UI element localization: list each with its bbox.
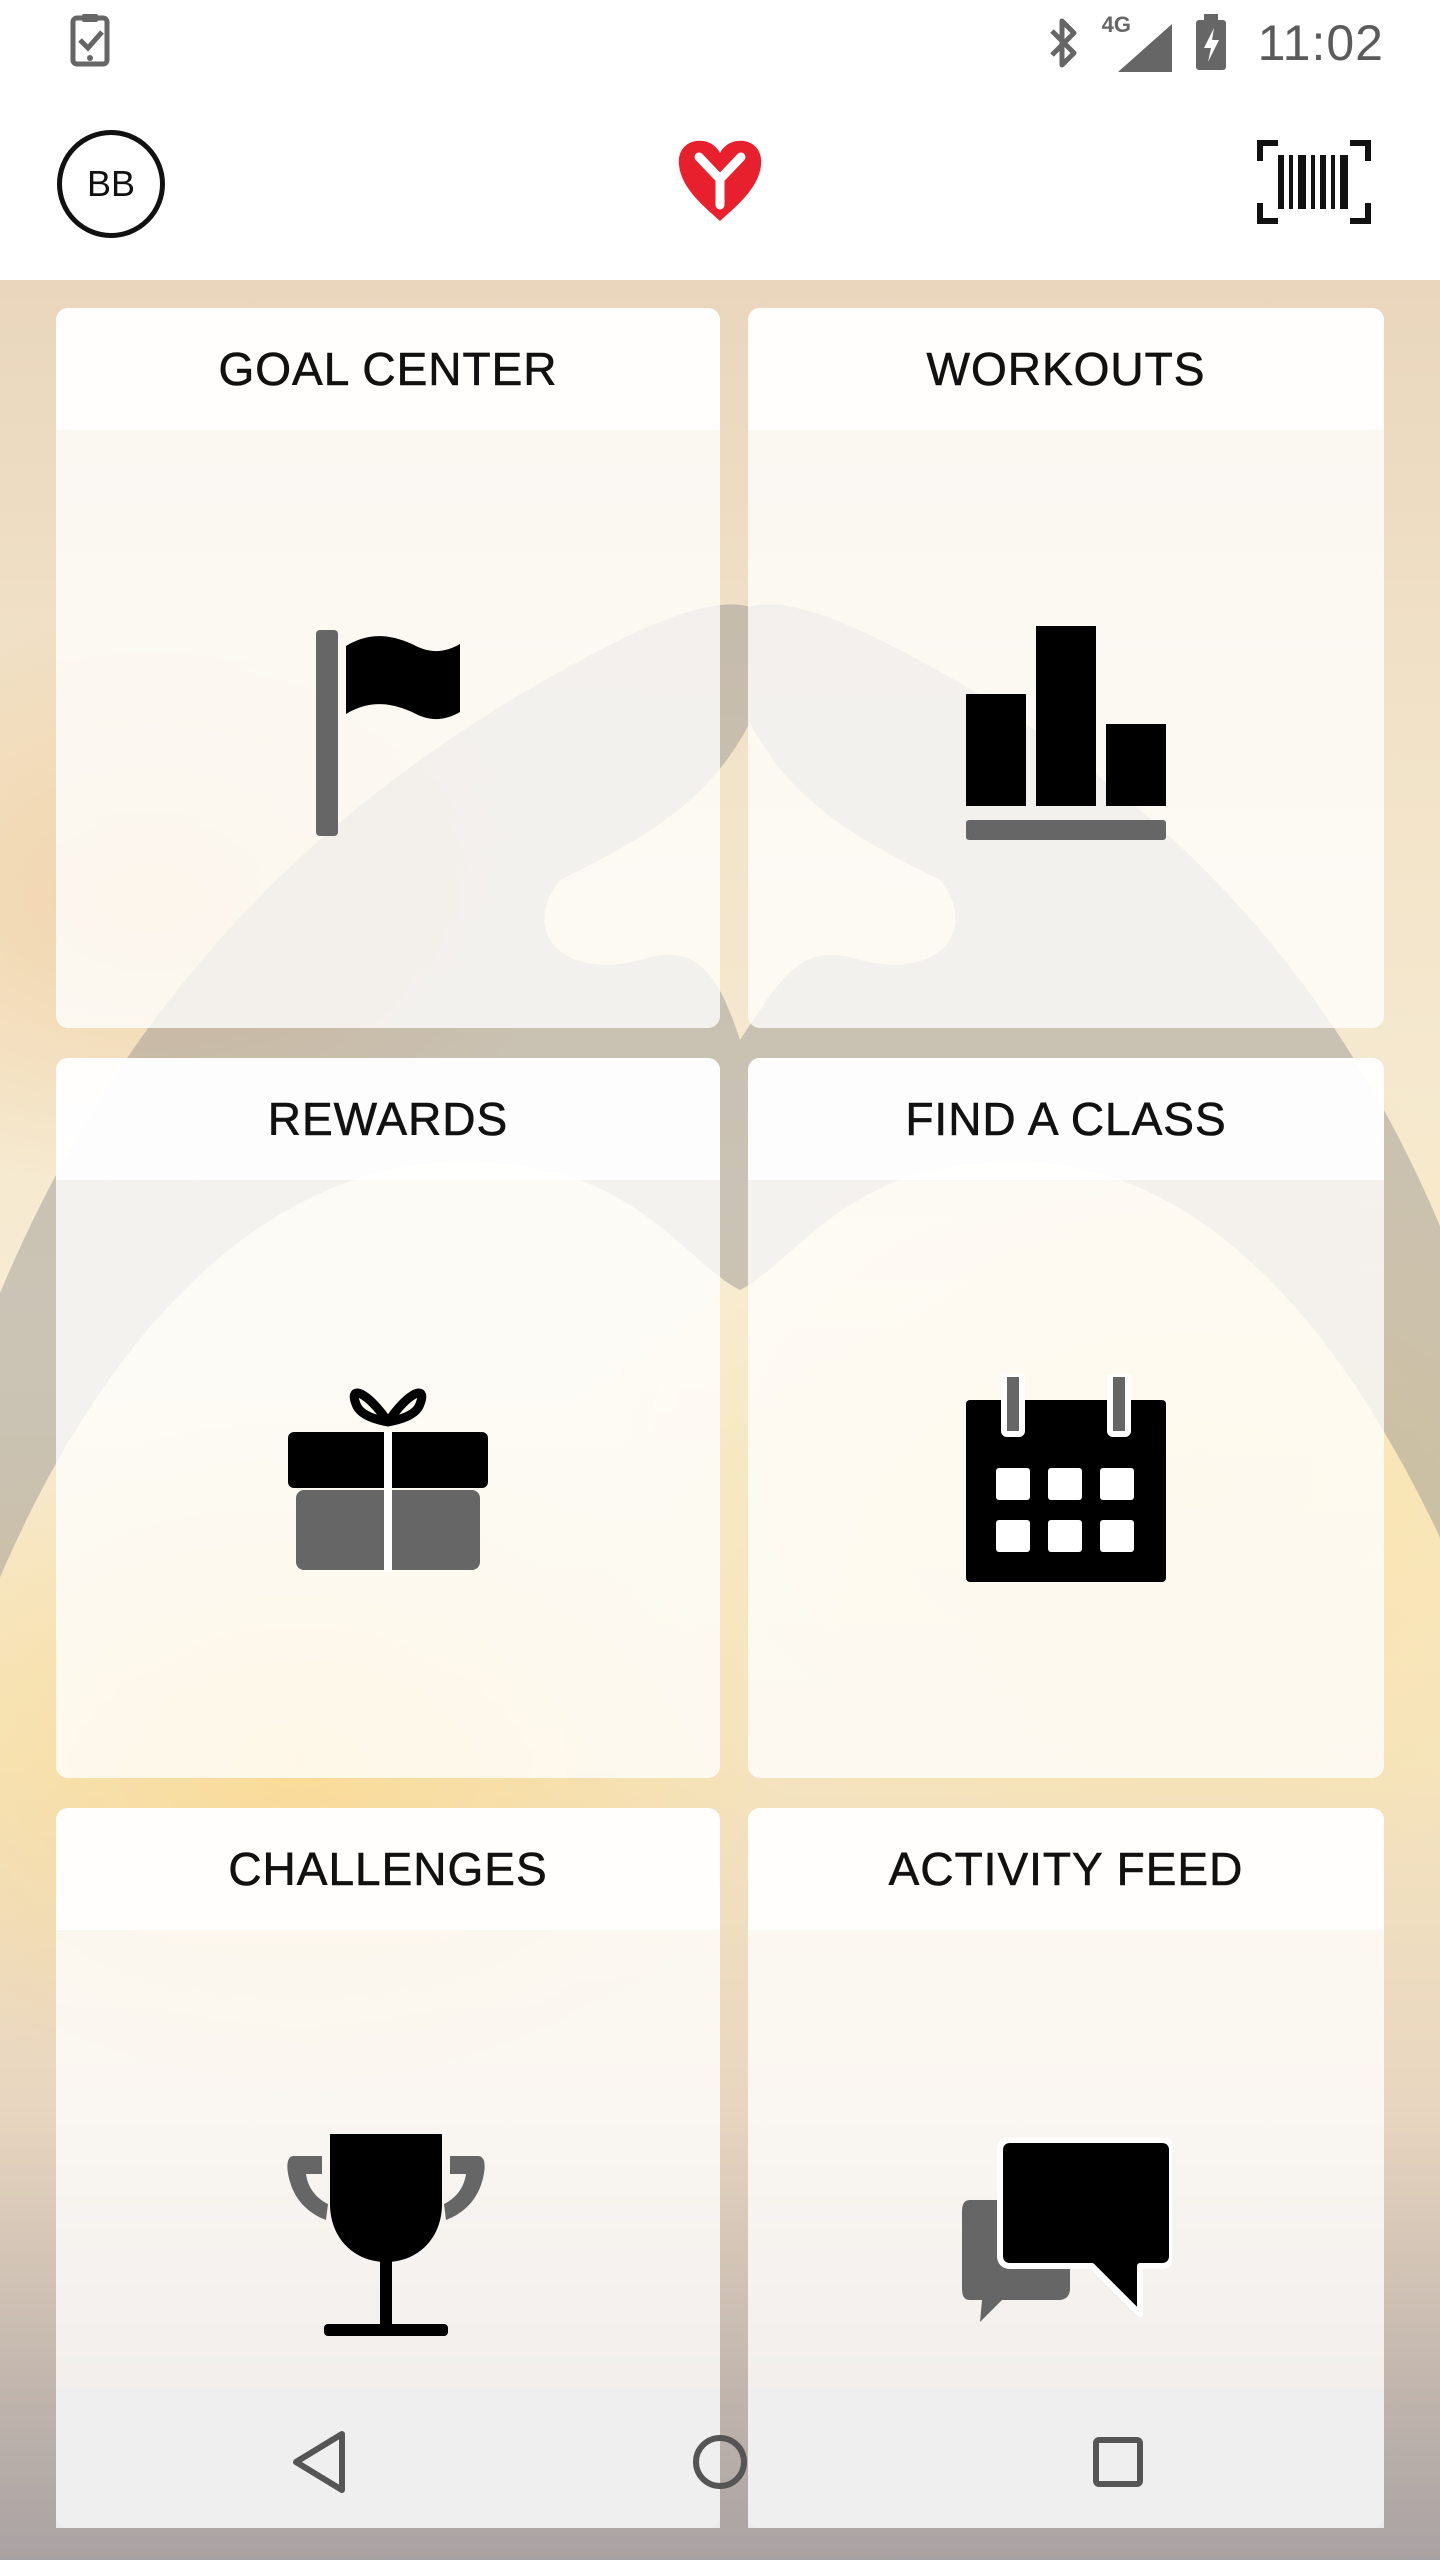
system-nav-bar [0,2392,1440,2560]
barcode-icon[interactable] [1256,139,1372,225]
tile-header: FIND A CLASS [748,1058,1384,1180]
chat-bubbles-icon [962,2138,1172,2322]
task-check-icon [70,14,110,67]
tile-title: ACTIVITY FEED [888,1843,1244,1896]
ymca-heart-logo-icon [678,140,762,221]
bluetooth-icon [1049,18,1077,68]
tile-title: FIND A CLASS [905,1093,1227,1146]
clock: 11:02 [1257,15,1384,71]
bar-chart-icon [966,626,1166,840]
app-header: BB [0,84,1440,280]
profile-avatar-button[interactable]: BB [57,130,165,238]
tile-workouts[interactable]: WORKOUTS [748,308,1384,1028]
tile-header: GOAL CENTER [56,308,720,430]
battery-charging-icon [1195,14,1226,70]
tile-find-a-class[interactable]: FIND A CLASS [748,1058,1384,1778]
back-icon[interactable] [282,2422,362,2502]
status-icons: 4G 11:02 [1044,8,1384,78]
trophy-icon [287,2134,485,2336]
home-icon[interactable] [680,2422,760,2502]
gift-icon [288,1388,488,1572]
tile-goal-center[interactable]: GOAL CENTER [56,308,720,1028]
signal-icon: 4G [1102,12,1176,74]
tile-title: CHALLENGES [228,1843,548,1896]
status-bar: 4G 11:02 [0,0,1440,84]
flag-icon [316,630,460,836]
tile-header: CHALLENGES [56,1808,720,1930]
tile-header: ACTIVITY FEED [748,1808,1384,1930]
tile-header: REWARDS [56,1058,720,1180]
tile-header: WORKOUTS [748,308,1384,430]
tile-title: GOAL CENTER [218,343,558,396]
tile-title: WORKOUTS [926,343,1206,396]
recents-icon[interactable] [1078,2422,1158,2502]
nav-panel-right [748,2392,1384,2528]
avatar-initials: BB [86,163,136,204]
tile-title: REWARDS [267,1093,509,1146]
calendar-icon [966,1374,1166,1582]
nav-panel-left [56,2392,720,2528]
tile-rewards[interactable]: REWARDS [56,1058,720,1778]
